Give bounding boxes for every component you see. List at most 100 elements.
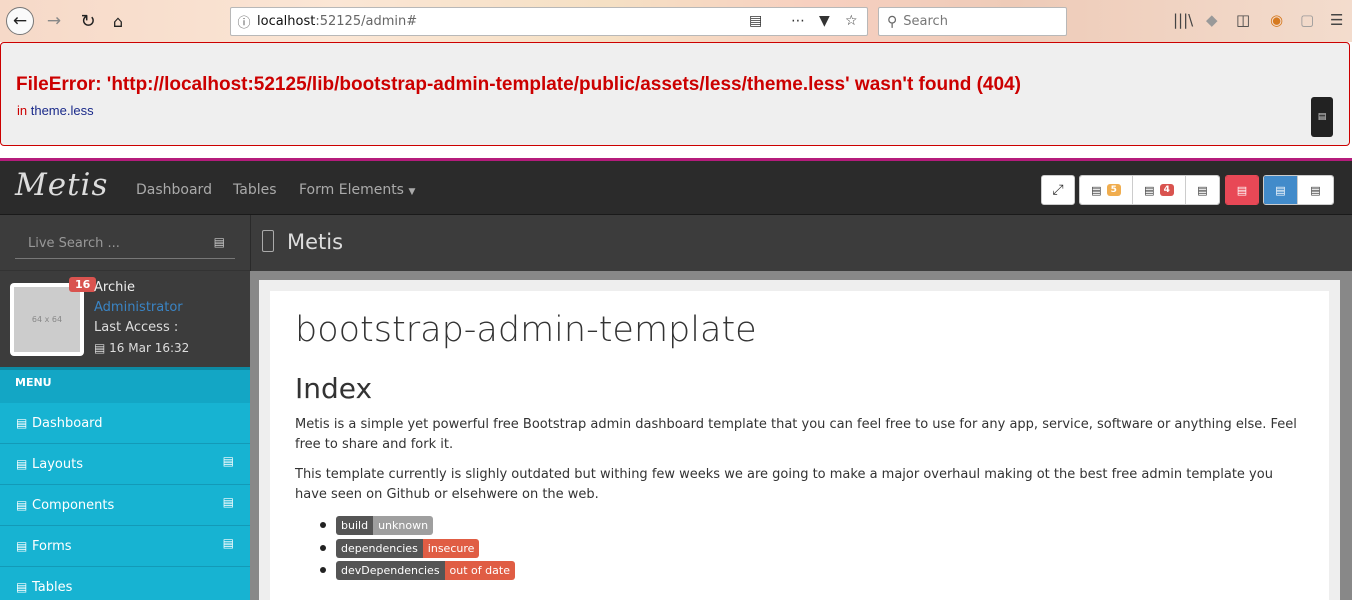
user-panel: 64 x 64 16 Archie Administrator Last Acc… xyxy=(0,270,250,367)
content-header: Metis xyxy=(250,215,1352,271)
notes-button[interactable]: ▤ xyxy=(1186,176,1219,204)
main-heading: bootstrap-admin-template xyxy=(295,310,757,350)
sidebar-item-components[interactable]: ▤ Components ▤ xyxy=(0,485,250,526)
sidebar-item-label: Forms xyxy=(32,539,72,554)
brand-logo[interactable]: Metis xyxy=(15,167,108,203)
avatar[interactable]: 64 x 64 xyxy=(10,283,84,356)
dependencies-shield[interactable]: dependencies insecure xyxy=(336,539,480,558)
calendar-icon: ▤ xyxy=(94,341,106,355)
tasks-icon: ▤ xyxy=(1144,183,1155,197)
home-button[interactable]: ⌂ xyxy=(104,7,132,35)
expand-arrow-icon: ▤ xyxy=(222,454,234,468)
shield-extension-icon[interactable]: ◆ xyxy=(1206,11,1218,29)
search-icon: ⚲ xyxy=(887,13,898,30)
pocket-icon[interactable]: ▼ xyxy=(819,13,830,29)
shield-key: devDependencies xyxy=(336,561,445,580)
user-notification-badge: 16 xyxy=(69,277,97,292)
live-search-placeholder: Live Search ... xyxy=(28,236,120,251)
nav-form-elements[interactable]: Form Elements ▼ xyxy=(299,182,415,198)
user-name: Archie xyxy=(94,280,135,295)
extension-icon[interactable]: ◉ xyxy=(1270,11,1283,29)
expand-arrow-icon: ▤ xyxy=(222,536,234,550)
sidebar-item-forms[interactable]: ▤ Forms ▤ xyxy=(0,526,250,567)
sidebar-item-tables[interactable]: ▤ Tables xyxy=(0,567,250,600)
shield-key: dependencies xyxy=(336,539,423,558)
expand-icon: ⤢ xyxy=(1052,182,1064,198)
avatar-placeholder: 64 x 64 xyxy=(14,287,80,352)
nav-form-elements-label: Form Elements xyxy=(299,182,404,198)
forms-icon: ▤ xyxy=(16,539,28,553)
user-role-link[interactable]: Administrator xyxy=(94,300,183,315)
nav-tables[interactable]: Tables xyxy=(233,182,277,198)
sidebar-item-layouts[interactable]: ▤ Layouts ▤ xyxy=(0,444,250,485)
forward-button[interactable]: → xyxy=(40,7,68,35)
power-icon: ▤ xyxy=(1236,183,1248,197)
url-bar[interactable]: ⓘ localhost:52125/admin# ▤ ⋯ ▼ ☆ xyxy=(230,7,868,36)
back-button[interactable]: ← xyxy=(6,7,34,35)
error-message: FileError: 'http://localhost:52125/lib/b… xyxy=(16,74,1021,95)
envelope-icon: ▤ xyxy=(1091,183,1102,197)
right-panel-toggle-button[interactable]: ▤ xyxy=(1298,176,1333,204)
messages-badge: 5 xyxy=(1106,184,1121,196)
messages-button[interactable]: ▤ 5 xyxy=(1080,176,1133,204)
bookmark-star-icon[interactable]: ☆ xyxy=(845,13,858,29)
browser-toolbar: ← → ↻ ⌂ ⓘ localhost:52125/admin# ▤ ⋯ ▼ ☆… xyxy=(0,0,1352,42)
notes-icon: ▤ xyxy=(1197,183,1208,197)
notification-button-group: ▤ 5 ▤ 4 ▤ xyxy=(1079,175,1220,205)
panel-left-icon: ▤ xyxy=(1275,183,1286,197)
build-shield[interactable]: build unknown xyxy=(336,516,434,535)
sidebar-item-dashboard[interactable]: ▤ Dashboard xyxy=(0,403,250,444)
shield-value: out of date xyxy=(444,561,515,580)
last-access-label: Last Access : xyxy=(94,320,179,335)
menu-header: MENU xyxy=(0,367,250,403)
error-location: in theme.less xyxy=(17,103,94,118)
view-button-group: ▤ ▤ xyxy=(1263,175,1334,205)
spacer xyxy=(0,146,1352,158)
page-title: Metis xyxy=(287,230,344,254)
sidebar-icon[interactable]: ◫ xyxy=(1236,11,1250,29)
intro-paragraph: Metis is a simple yet powerful free Boot… xyxy=(295,417,1297,452)
logout-button[interactable]: ▤ xyxy=(1226,176,1258,204)
caret-down-icon: ▼ xyxy=(408,187,416,197)
layouts-icon: ▤ xyxy=(16,457,28,471)
tasks-badge: 4 xyxy=(1159,184,1174,196)
sidebar: Live Search ... ▤ 64 x 64 16 Archie Admi… xyxy=(0,215,250,600)
extension-2-icon[interactable]: ▢ xyxy=(1300,11,1314,29)
less-error-panel: FileError: 'http://localhost:52125/lib/b… xyxy=(0,42,1350,146)
section-heading: Index xyxy=(295,372,373,405)
library-icon[interactable]: |||\ xyxy=(1173,11,1193,29)
logout-group: ▤ xyxy=(1225,175,1259,205)
menu-icon[interactable]: ☰ xyxy=(1330,11,1343,29)
info-icon[interactable]: ⓘ xyxy=(231,12,257,31)
panel-right-icon: ▤ xyxy=(1310,183,1321,197)
url-host: localhost xyxy=(257,14,316,29)
sidebar-item-label: Tables xyxy=(32,580,73,595)
live-search-input[interactable]: Live Search ... ▤ xyxy=(15,229,235,259)
shield-value: unknown xyxy=(373,516,434,535)
top-navbar: Metis Dashboard Tables Form Elements ▼ ⤢… xyxy=(0,161,1352,215)
shield-key: build xyxy=(336,516,374,535)
left-panel-toggle-button[interactable]: ▤ xyxy=(1264,176,1298,204)
reload-button[interactable]: ↻ xyxy=(74,7,102,35)
bullet-icon xyxy=(320,522,326,528)
fullscreen-button[interactable]: ⤢ xyxy=(1041,175,1075,205)
sidebar-item-label: Components xyxy=(32,498,115,513)
tables-icon: ▤ xyxy=(16,580,28,594)
last-access-time: ▤ 16 Mar 16:32 xyxy=(94,341,189,355)
nav-dashboard[interactable]: Dashboard xyxy=(136,182,212,198)
more-actions-icon[interactable]: ⋯ xyxy=(791,13,805,29)
scroll-indicator-icon: ▤ xyxy=(1311,97,1333,137)
page-icon xyxy=(262,230,274,252)
error-location-prefix: in xyxy=(17,103,31,118)
dev-dependencies-shield[interactable]: devDependencies out of date xyxy=(336,561,515,580)
browser-search-input[interactable]: ⚲ Search xyxy=(878,7,1067,36)
tasks-button[interactable]: ▤ 4 xyxy=(1133,176,1186,204)
search-icon[interactable]: ▤ xyxy=(214,235,225,249)
menu-title: MENU xyxy=(15,376,52,389)
shield-value: insecure xyxy=(422,539,480,558)
url-path: :52125/admin# xyxy=(315,14,418,29)
reader-view-icon[interactable]: ▤ xyxy=(749,13,762,29)
search-placeholder: Search xyxy=(903,14,948,29)
components-icon: ▤ xyxy=(16,498,28,512)
status-paragraph: This template currently is slighly outda… xyxy=(295,467,1273,502)
